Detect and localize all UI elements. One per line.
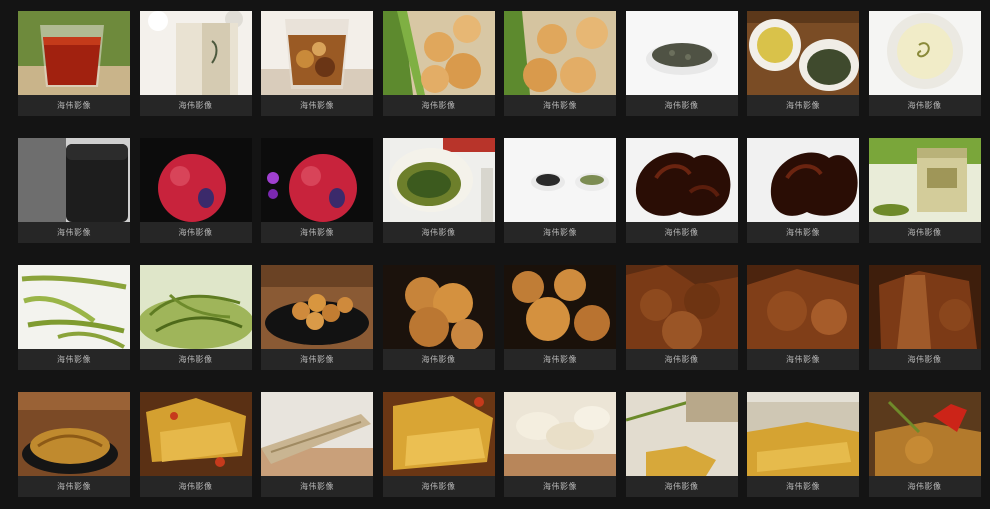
gallery-item[interactable]: 海伟影像 [139, 265, 252, 370]
gallery-item[interactable]: 海伟影像 [747, 11, 859, 116]
shredded-bamboo-bowl-thumbnail[interactable] [18, 392, 130, 476]
gallery-item[interactable]: 海伟影像 [382, 392, 495, 497]
item-caption: 海伟影像 [747, 222, 859, 243]
item-caption: 海伟影像 [625, 476, 738, 497]
image-gallery: 海伟影像 海伟影像 海伟影像 海伟影像 海伟影像 海伟影像 海伟影像 海伟影像 … [18, 11, 982, 497]
green-tea-gaiwan-thumbnail[interactable] [382, 138, 495, 222]
gallery-item[interactable]: 海伟影像 [261, 392, 373, 497]
dried-root-thumbnail[interactable] [261, 392, 373, 476]
item-caption: 海伟影像 [747, 349, 859, 370]
gallery-item[interactable]: 海伟影像 [261, 138, 373, 243]
gallery-item[interactable]: 海伟影像 [625, 11, 738, 116]
dried-meat-thumbnail[interactable] [747, 265, 859, 349]
item-caption: 海伟影像 [139, 222, 252, 243]
item-caption: 海伟影像 [261, 222, 373, 243]
gallery-item[interactable]: 海伟影像 [18, 11, 130, 116]
item-caption: 海伟影像 [382, 476, 495, 497]
item-caption: 海伟影像 [18, 349, 130, 370]
tea-tin-thumbnail[interactable] [868, 138, 981, 222]
gallery-item[interactable]: 海伟影像 [18, 392, 130, 497]
item-caption: 海伟影像 [18, 95, 130, 116]
red-apple-thumbnail[interactable] [261, 138, 373, 222]
black-canister-thumbnail[interactable] [18, 138, 130, 222]
wood-ear-thumbnail[interactable] [747, 138, 859, 222]
item-caption: 海伟影像 [18, 476, 130, 497]
dough-twist-thumbnail[interactable] [504, 265, 616, 349]
item-caption: 海伟影像 [747, 95, 859, 116]
item-caption: 海伟影像 [18, 222, 130, 243]
green-tea-spoon-thumbnail[interactable] [625, 11, 738, 95]
yellow-slices-thumbnail[interactable] [382, 392, 495, 476]
item-caption: 海伟影像 [868, 476, 981, 497]
red-apple-thumbnail[interactable] [139, 138, 252, 222]
gallery-item[interactable]: 海伟影像 [747, 265, 859, 370]
item-caption: 海伟影像 [868, 95, 981, 116]
item-caption: 海伟影像 [382, 95, 495, 116]
item-caption: 海伟影像 [261, 476, 373, 497]
gallery-item[interactable]: 海伟影像 [625, 392, 738, 497]
item-caption: 海伟影像 [139, 95, 252, 116]
tea-leaves-white-thumbnail[interactable] [18, 265, 130, 349]
gallery-item[interactable]: 海伟影像 [747, 138, 859, 243]
tea-cup-top-thumbnail[interactable] [868, 11, 981, 95]
item-caption: 海伟影像 [504, 95, 616, 116]
pastry-plate-thumbnail[interactable] [504, 11, 616, 95]
gallery-item[interactable]: 海伟影像 [868, 265, 981, 370]
item-caption: 海伟影像 [868, 349, 981, 370]
dried-meat-thumbnail[interactable] [868, 265, 981, 349]
gallery-item[interactable]: 海伟影像 [382, 265, 495, 370]
yellow-slices-thumbnail[interactable] [139, 392, 252, 476]
gallery-item[interactable]: 海伟影像 [382, 138, 495, 243]
gallery-item[interactable]: 海伟影像 [139, 11, 252, 116]
gallery-item[interactable]: 海伟影像 [504, 11, 616, 116]
black-tea-glass-thumbnail[interactable] [18, 11, 130, 95]
item-caption: 海伟影像 [382, 349, 495, 370]
gallery-item[interactable]: 海伟影像 [625, 265, 738, 370]
pastry-plate-thumbnail[interactable] [382, 11, 495, 95]
item-caption: 海伟影像 [504, 349, 616, 370]
gallery-item[interactable]: 海伟影像 [139, 392, 252, 497]
yellow-slices-thumbnail[interactable] [747, 392, 859, 476]
tea-gift-box-thumbnail[interactable] [139, 11, 252, 95]
dough-twist-thumbnail[interactable] [382, 265, 495, 349]
gallery-item[interactable]: 海伟影像 [868, 392, 981, 497]
gallery-item[interactable]: 海伟影像 [868, 11, 981, 116]
gallery-item[interactable]: 海伟影像 [504, 138, 616, 243]
gallery-item[interactable]: 海伟影像 [139, 138, 252, 243]
item-caption: 海伟影像 [868, 222, 981, 243]
pepper-slices-thumbnail[interactable] [868, 392, 981, 476]
item-caption: 海伟影像 [747, 476, 859, 497]
gallery-item[interactable]: 海伟影像 [382, 11, 495, 116]
gallery-item[interactable]: 海伟影像 [504, 392, 616, 497]
item-caption: 海伟影像 [261, 349, 373, 370]
item-caption: 海伟影像 [625, 349, 738, 370]
gallery-item[interactable]: 海伟影像 [625, 138, 738, 243]
item-caption: 海伟影像 [139, 349, 252, 370]
tea-leaves-green-thumbnail[interactable] [139, 265, 252, 349]
dough-twist-bowl-thumbnail[interactable] [261, 265, 373, 349]
gallery-item[interactable]: 海伟影像 [504, 265, 616, 370]
item-caption: 海伟影像 [382, 222, 495, 243]
flower-tea-glass-thumbnail[interactable] [261, 11, 373, 95]
item-caption: 海伟影像 [625, 222, 738, 243]
white-slices-thumbnail[interactable] [504, 392, 616, 476]
yellow-slices-thumbnail[interactable] [625, 392, 738, 476]
dried-meat-thumbnail[interactable] [625, 265, 738, 349]
item-caption: 海伟影像 [625, 95, 738, 116]
item-caption: 海伟影像 [504, 476, 616, 497]
tea-dishes-thumbnail[interactable] [504, 138, 616, 222]
gallery-item[interactable]: 海伟影像 [747, 392, 859, 497]
gallery-item[interactable]: 海伟影像 [18, 265, 130, 370]
tea-cup-and-leaves-thumbnail[interactable] [747, 11, 859, 95]
gallery-item[interactable]: 海伟影像 [261, 11, 373, 116]
item-caption: 海伟影像 [139, 476, 252, 497]
item-caption: 海伟影像 [261, 95, 373, 116]
item-caption: 海伟影像 [504, 222, 616, 243]
gallery-item[interactable]: 海伟影像 [261, 265, 373, 370]
gallery-item[interactable]: 海伟影像 [868, 138, 981, 243]
wood-ear-thumbnail[interactable] [625, 138, 738, 222]
gallery-item[interactable]: 海伟影像 [18, 138, 130, 243]
